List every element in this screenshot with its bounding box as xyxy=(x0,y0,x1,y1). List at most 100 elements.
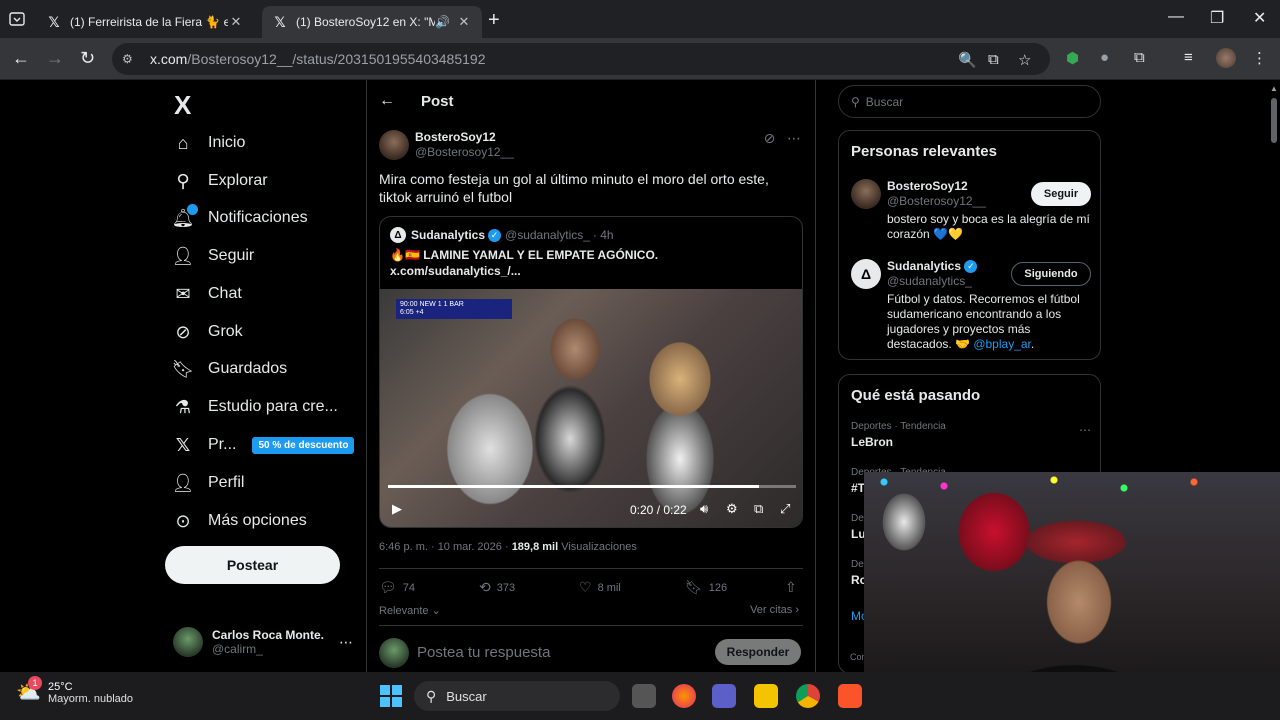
sort-dropdown[interactable]: Relevante ⌄ xyxy=(379,604,441,617)
post-button[interactable]: Postear xyxy=(165,546,340,584)
more-dots-icon[interactable]: ⋯ xyxy=(1079,423,1091,437)
mail-icon: ✉ xyxy=(175,283,191,304)
browser-tab-active[interactable]: 𝕏 (1) BosteroSoy12 en X: "Mir 🔊 ✕ xyxy=(262,6,482,38)
tab-search-icon[interactable] xyxy=(8,10,26,28)
play-icon[interactable]: ▶ xyxy=(392,501,402,517)
nav-item-chat[interactable]: ✉ Chat xyxy=(172,279,241,309)
scrollbar-thumb[interactable] xyxy=(1271,98,1277,143)
brave-icon[interactable] xyxy=(838,684,862,708)
view-quotes-link[interactable]: Ver citas › xyxy=(750,604,799,616)
task-view-icon[interactable] xyxy=(632,684,656,708)
like-action[interactable]: ♡ 8 mil xyxy=(579,579,685,596)
follow-button[interactable]: Seguir xyxy=(1031,182,1091,206)
media-control-icon[interactable]: ≡ xyxy=(1184,49,1193,66)
new-tab-button[interactable]: + xyxy=(488,9,500,32)
notification-badge xyxy=(187,204,198,215)
nav-item-seguir[interactable]: 👤︎ Seguir xyxy=(172,241,255,271)
reply-input[interactable]: Postea tu respuesta xyxy=(417,644,550,661)
person-item[interactable]: BosteroSoy12 @Bosterosoy12__ bostero soy… xyxy=(851,179,1091,249)
forward-arrow-icon[interactable]: → xyxy=(46,48,64,69)
bookmark-star-icon[interactable]: ☆ xyxy=(1018,51,1031,69)
person-item[interactable]: Δ Sudanalytics ✓ @sudanalytics_ Fútbol y… xyxy=(851,259,1091,354)
chrome-icon[interactable] xyxy=(796,684,820,708)
nav-item-guardados[interactable]: 🔖︎ Guardados xyxy=(172,354,288,384)
close-window-icon[interactable]: ✕ xyxy=(1253,8,1266,28)
firefox-icon[interactable] xyxy=(672,684,696,708)
home-icon: ⌂ xyxy=(177,132,189,153)
close-tab-icon[interactable]: ✕ xyxy=(456,14,472,30)
nav-item-mas-opciones[interactable]: ⊙ Más opciones xyxy=(172,506,306,536)
avatar xyxy=(173,627,203,657)
author-avatar[interactable] xyxy=(379,130,409,160)
video-player[interactable]: 90:00 NEW 1 1 BAR 6:05 +4 ▶ 0:20 / 0:22 … xyxy=(380,289,802,527)
following-button[interactable]: Siguiendo xyxy=(1011,262,1091,286)
search-input[interactable]: ⚲ Buscar xyxy=(838,85,1101,118)
weather-widget[interactable]: ⛅ 1 25°C Mayorm. nublado xyxy=(16,676,133,706)
bookmark-icon: 🔖︎ xyxy=(685,579,703,595)
browser-tab[interactable]: 𝕏 (1) Ferreirista de la Fiera 🐈 en ✕ xyxy=(36,6,254,38)
profile-avatar[interactable] xyxy=(1216,48,1236,68)
site-info-icon[interactable]: ⚙ xyxy=(122,52,138,66)
grok-icon[interactable]: ⊘ xyxy=(764,130,776,146)
more-dots-icon[interactable]: ⋯ xyxy=(339,634,353,651)
quote-link[interactable]: x.com/sudanalytics_/... xyxy=(390,263,658,279)
post-meta: 6:46 p. m. · 10 mar. 2026 · 189,8 mil Vi… xyxy=(379,541,637,553)
file-explorer-icon[interactable] xyxy=(754,684,778,708)
nav-item-notificaciones[interactable]: 🔔︎ Notificaciones xyxy=(172,203,308,233)
pip-icon[interactable]: ⧉ xyxy=(754,501,763,517)
scroll-up-icon[interactable]: ▲ xyxy=(1270,84,1278,93)
back-arrow-icon[interactable]: ← xyxy=(12,48,30,69)
account-handle: @calirm_ xyxy=(212,642,263,656)
search-icon: ⚲ xyxy=(426,687,437,704)
start-button[interactable] xyxy=(380,685,402,707)
nav-item-estudio[interactable]: ⚗ Estudio para cre... xyxy=(172,392,338,422)
repost-action[interactable]: ⟲ 373 xyxy=(479,579,579,596)
verified-badge-icon: ✓ xyxy=(488,228,502,242)
nav-item-premium[interactable]: 𝕏 Pr... 50 % de descuento xyxy=(172,430,355,460)
audio-playing-icon[interactable]: 🔊 xyxy=(435,15,450,29)
author-name[interactable]: BosteroSoy12 xyxy=(415,130,496,144)
post-text: Mira como festeja un gol al último minut… xyxy=(379,171,769,205)
reply-action[interactable]: 💬︎ 74 xyxy=(379,579,479,596)
share-action[interactable]: ⇧ xyxy=(785,579,803,596)
nav-item-explorar[interactable]: ⚲ Explorar xyxy=(172,166,267,196)
volume-icon[interactable]: 🔊︎ xyxy=(700,501,708,517)
zoom-icon[interactable]: 🔍 xyxy=(958,51,977,69)
trend-item[interactable]: Deportes · Tendencia LeBron ⋯ xyxy=(851,421,1091,449)
nav-item-grok[interactable]: ⊘ Grok xyxy=(172,317,242,347)
divider xyxy=(379,568,803,569)
back-arrow-icon[interactable]: ← xyxy=(379,92,395,110)
reply-button[interactable]: Responder xyxy=(715,639,801,665)
extension-icon[interactable]: ● xyxy=(1100,49,1109,66)
extensions-puzzle-icon[interactable]: ⧉ xyxy=(1134,49,1145,66)
taskbar-search[interactable]: ⚲ Buscar xyxy=(414,681,620,711)
x-logo[interactable]: X xyxy=(174,90,191,121)
teams-icon[interactable] xyxy=(712,684,736,708)
author-handle[interactable]: @Bosterosoy12__ xyxy=(415,145,514,159)
address-bar[interactable]: ⚙ x.com/Bosterosoy12__/status/2031501955… xyxy=(112,43,1050,75)
avatar: Δ xyxy=(851,259,881,289)
video-progress-bar[interactable] xyxy=(388,485,796,488)
account-switcher[interactable]: Carlos Roca Monte... @calirm_ ⋯ xyxy=(173,625,353,659)
install-app-icon[interactable]: ⧉ xyxy=(988,51,999,68)
nav-label: Estudio para cre... xyxy=(208,398,338,415)
quoted-post[interactable]: Δ Sudanalytics ✓ @sudanalytics_ · 4h 🔥🇪🇸… xyxy=(379,216,803,528)
settings-gear-icon[interactable]: ⚙ xyxy=(726,501,738,517)
minimize-icon[interactable]: — xyxy=(1168,8,1184,26)
search-icon: ⚲ xyxy=(851,94,860,109)
extension-icon[interactable]: ⬢ xyxy=(1066,49,1079,67)
post-header-icons: ⊘ ⋯ xyxy=(764,130,801,147)
bio-link[interactable]: @bplay_ar xyxy=(973,337,1031,351)
tab-title: (1) BosteroSoy12 en X: "Mir xyxy=(296,15,436,29)
reload-icon[interactable]: ↻ xyxy=(80,48,95,69)
browser-menu-icon[interactable]: ⋮ xyxy=(1252,49,1267,67)
fullscreen-icon[interactable]: ⤢ xyxy=(780,501,790,517)
close-tab-icon[interactable]: ✕ xyxy=(228,14,244,30)
nav-item-inicio[interactable]: ⌂ Inicio xyxy=(172,128,246,158)
bookmark-action[interactable]: 🔖︎ 126 xyxy=(685,579,785,596)
quote-author-name: Sudanalytics xyxy=(411,228,486,242)
nav-item-perfil[interactable]: 👤︎ Perfil xyxy=(172,468,245,498)
restore-icon[interactable]: ❐ xyxy=(1210,8,1224,28)
more-dots-icon[interactable]: ⋯ xyxy=(787,130,801,146)
nav-label: Notificaciones xyxy=(208,209,308,226)
